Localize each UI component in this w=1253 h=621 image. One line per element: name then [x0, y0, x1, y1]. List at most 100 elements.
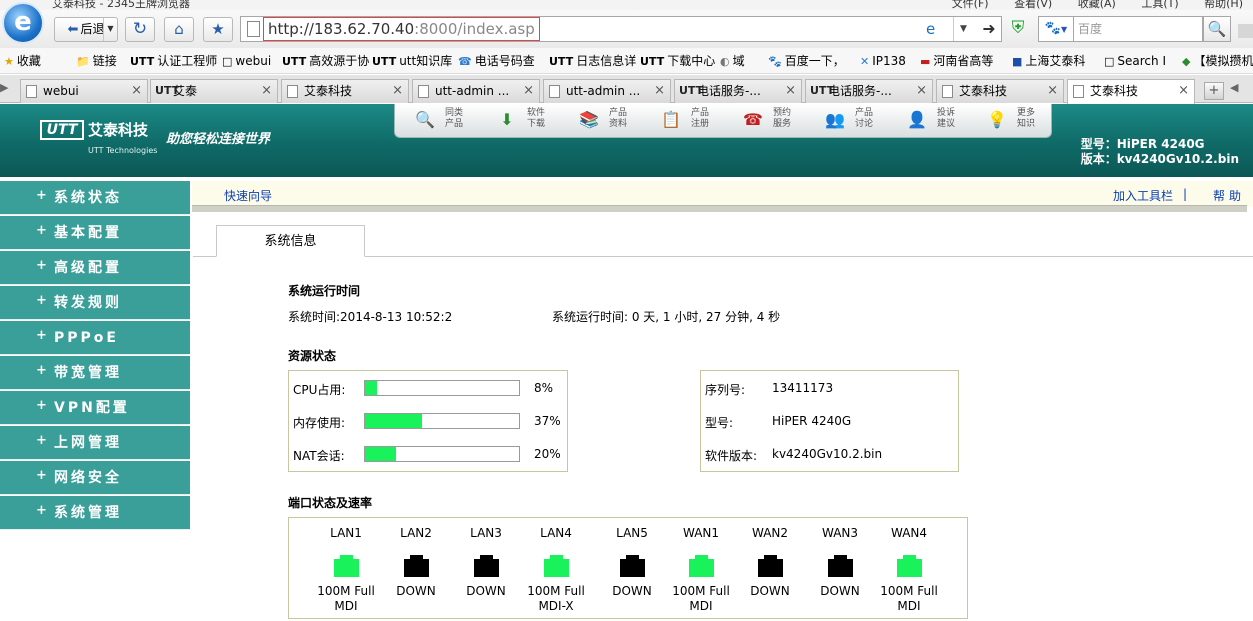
nav-product-register[interactable]: 📋 产品 注册 [659, 107, 741, 135]
bookmark-baidu[interactable]: 🐾 百度一下， [768, 52, 845, 71]
sidebar-item-network-security[interactable]: + 网络安全 [0, 461, 190, 495]
search-engine-selector[interactable]: 🐾▼ [1038, 16, 1074, 42]
security-shield-icon[interactable]: ⛨ [1006, 18, 1030, 42]
tab-scroll-right-icon[interactable]: ◀ [1230, 81, 1238, 94]
nav-complaint-suggestion[interactable]: 👤 投诉 建议 [905, 107, 987, 135]
bookmark-download-center[interactable]: UTT 下载中心 [640, 52, 715, 71]
port-status: DOWN [396, 584, 436, 598]
search-button[interactable]: 🔍 [1203, 16, 1231, 42]
knowledge-icon: 💡 [987, 110, 1007, 129]
tab-scroll-left-icon[interactable]: ▶ [0, 81, 12, 94]
utt-icon: UTT [679, 84, 704, 97]
bookmark-domain[interactable]: ◐ 域 [720, 52, 745, 71]
refresh-icon: ↻ [132, 19, 148, 39]
home-button[interactable]: ⌂ [164, 17, 194, 42]
sidebar-item-pppoe[interactable]: + PPPoE [0, 321, 190, 355]
tab-system-info[interactable]: 系统信息 [216, 225, 365, 257]
back-dropdown-icon[interactable]: ▼ [103, 18, 117, 41]
browser-tab-utt-tech-2[interactable]: 艾泰科技 × [936, 79, 1064, 103]
add-toolbar-link[interactable]: 加入工具栏 [1113, 187, 1173, 204]
menu-help[interactable]: 帮助(H) [1204, 0, 1243, 10]
utt-square-icon: ■ [1012, 55, 1023, 68]
bookmark-label: IP138 [872, 54, 906, 68]
menu-tools[interactable]: 工具(T) [1141, 0, 1178, 10]
nav-product-discussion[interactable]: 👥 产品 讨论 [823, 107, 905, 135]
plus-icon: + [36, 223, 47, 238]
sidebar-item-system-mgmt[interactable]: + 系统管理 [0, 496, 190, 530]
bookmark-favorites[interactable]: ★ 收藏 [4, 52, 41, 71]
bookmark-phone-lookup[interactable]: ☎ 电话号码查 [458, 52, 535, 71]
browser-tab-phone-service-1[interactable]: UTT 电话服务-... × [674, 79, 802, 103]
bookmark-knowledge[interactable]: UTT utt知识库 [372, 52, 452, 71]
back-button[interactable]: ⬅ 后退 ▼ [54, 17, 118, 42]
close-icon[interactable]: × [523, 80, 534, 102]
browser-tab-webui[interactable]: webui × [20, 79, 148, 103]
sidebar-item-basic-config[interactable]: + 基本配置 [0, 216, 190, 250]
close-icon[interactable]: × [392, 80, 403, 102]
more-icon[interactable] [1238, 24, 1253, 38]
bookmark-search[interactable]: □ Search I [1104, 52, 1166, 71]
close-icon[interactable]: × [1047, 80, 1058, 102]
browser-logo-icon[interactable]: e [2, 2, 44, 44]
system-time: 系统时间:2014-8-13 10:52:2 [288, 310, 453, 324]
bookmark-simulate[interactable]: ◆ 【模拟攒机 [1182, 52, 1253, 71]
help-link[interactable]: 帮助 [1213, 187, 1245, 204]
bookmark-ip138[interactable]: ✕ IP138 [860, 52, 906, 71]
url-input[interactable]: http://183.62.70.40:8000/index.asp [263, 17, 540, 41]
close-icon[interactable]: × [1178, 80, 1189, 102]
ip138-icon: ✕ [860, 55, 870, 68]
nav-software-download[interactable]: ⬇ 软件 下载 [495, 107, 577, 135]
address-bar[interactable]: http://183.62.70.40:8000/index.asp e ▼ ➜ [240, 16, 1002, 42]
sub-header: 快速向导 加入工具栏 | 帮助 [192, 181, 1253, 212]
browser-tab-utt-admin-2[interactable]: utt-admin ... × [543, 79, 671, 103]
go-arrow-icon[interactable]: ➜ [977, 17, 1001, 41]
sidebar-item-vpn[interactable]: + VPN配置 [0, 391, 190, 425]
bookmark-log-info[interactable]: UTT 日志信息详 [549, 52, 636, 71]
browser-tab-utt-tech-active[interactable]: 艾泰科技 × [1067, 79, 1195, 104]
address-dropdown-icon[interactable]: ▼ [953, 17, 973, 41]
browser-tab-utt-admin-1[interactable]: utt-admin ... × [412, 79, 540, 103]
system-uptime: 系统运行时间: 0 天, 1 小时, 27 分钟, 4 秒 [552, 310, 781, 324]
close-icon[interactable]: × [131, 80, 142, 102]
sidebar-item-forward-rules[interactable]: + 转发规则 [0, 286, 190, 320]
browser-tab-phone-service-2[interactable]: UTT 电话服务-... × [805, 79, 933, 103]
nav-book-service[interactable]: ☎ 预约 服务 [741, 107, 823, 135]
nav-more-knowledge[interactable]: 💡 更多 知识 [985, 107, 1067, 135]
new-tab-button[interactable]: + [1204, 82, 1224, 100]
henan-icon: ▬ [920, 55, 931, 68]
browser-tab-utt[interactable]: UTT 艾泰 × [150, 79, 278, 103]
search-input[interactable]: 百度 [1073, 16, 1203, 42]
bookmark-links[interactable]: 📁 链接 [76, 52, 117, 71]
bookmark-efficiency[interactable]: UTT 高效源于协 [282, 52, 369, 71]
bookmark-label: 认证工程师 [157, 54, 218, 68]
close-icon[interactable]: × [261, 80, 272, 102]
port-name: WAN4 [890, 526, 928, 540]
bookmark-henan[interactable]: ▬ 河南省高等 [920, 52, 993, 71]
refresh-button[interactable]: ↻ [125, 17, 155, 42]
sidebar-item-label: 系统管理 [54, 505, 122, 521]
menu-favorites[interactable]: 收藏(A) [1078, 0, 1116, 10]
nav-product-docs[interactable]: 📚 产品 资料 [577, 107, 659, 135]
quick-wizard-link[interactable]: 快速向导 [224, 187, 272, 204]
bookmark-shanghai-utt[interactable]: ■ 上海艾泰科 [1012, 52, 1085, 71]
favorite-button[interactable]: ★ [203, 17, 233, 42]
nav-label: 预约 服务 [772, 108, 791, 129]
close-icon[interactable]: × [654, 80, 665, 102]
close-icon[interactable]: × [916, 80, 927, 102]
sidebar-item-system-status[interactable]: + 系统状态 [0, 181, 190, 215]
menu-view[interactable]: 查看(V) [1014, 0, 1052, 10]
nav-label: 产品 注册 [690, 108, 709, 129]
browser-tab-utt-tech-1[interactable]: 艾泰科技 × [281, 79, 409, 103]
bookmark-label: 高效源于协 [309, 54, 370, 68]
sidebar-item-bandwidth[interactable]: + 带宽管理 [0, 356, 190, 390]
menu-file[interactable]: 文件(F) [952, 0, 989, 10]
bookmark-webui[interactable]: □ webui [222, 52, 271, 71]
sidebar-item-label: VPN配置 [54, 400, 130, 416]
nav-similar-products[interactable]: 🔍 同类 产品 [413, 107, 495, 135]
bookmark-cert-engineer[interactable]: UTT 认证工程师 [130, 52, 217, 71]
sidebar-item-internet-mgmt[interactable]: + 上网管理 [0, 426, 190, 460]
bookmark-label: 下载中心 [667, 54, 716, 68]
ie-compat-icon[interactable]: e [926, 20, 935, 38]
sidebar-item-advanced-config[interactable]: + 高级配置 [0, 251, 190, 285]
close-icon[interactable]: × [785, 80, 796, 102]
